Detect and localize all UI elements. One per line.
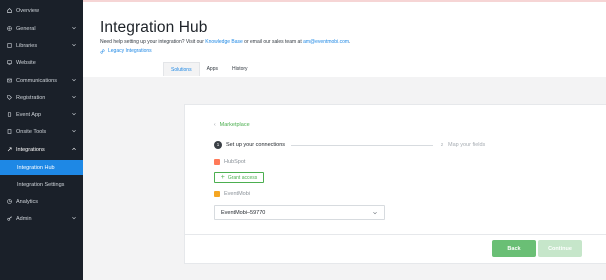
tab-history[interactable]: History xyxy=(225,62,255,76)
globe-icon xyxy=(7,26,12,31)
sidebar-item-integration-settings[interactable]: Integration Settings xyxy=(0,177,83,192)
knowledge-base-link[interactable]: Knowledge Base xyxy=(205,39,243,45)
back-button[interactable]: Back xyxy=(492,240,536,257)
legacy-integrations-label: Legacy Integrations xyxy=(108,48,152,54)
chevron-down-icon xyxy=(72,112,76,116)
help-text: Need help setting up your integration? V… xyxy=(100,39,350,45)
sidebar-item-libraries[interactable]: Libraries xyxy=(0,38,83,53)
home-icon xyxy=(7,8,12,13)
hubspot-logo-icon xyxy=(214,159,220,165)
card-footer-divider xyxy=(185,234,606,235)
tab-apps[interactable]: Apps xyxy=(200,62,225,76)
sidebar-item-overview[interactable]: Overview xyxy=(0,3,83,18)
grant-access-button[interactable]: + Grant access xyxy=(214,172,264,183)
chevron-down-icon xyxy=(72,95,76,99)
step-2-label: Map your fields xyxy=(448,142,486,148)
plus-icon: + xyxy=(220,174,225,181)
sales-email-link[interactable]: am@eventmobi.com xyxy=(303,39,349,45)
grant-access-label: Grant access xyxy=(227,174,258,181)
step-connector xyxy=(291,145,433,146)
sidebar-item-label: Libraries xyxy=(16,42,38,49)
sidebar-item-website[interactable]: Website xyxy=(0,55,83,70)
step-1-label: Set up your connections xyxy=(226,142,286,148)
marketplace-back-link[interactable]: ‹ Marketplace xyxy=(214,122,250,128)
link-icon xyxy=(7,147,12,152)
sidebar-item-communications[interactable]: Communications xyxy=(0,73,83,88)
sidebar-item-onsite-tools[interactable]: Onsite Tools xyxy=(0,124,83,139)
event-select[interactable]: EventMobi–59770 xyxy=(214,205,385,220)
sidebar-item-label: Registration xyxy=(16,94,46,101)
link-icon xyxy=(100,48,105,54)
step-2-number: 2 xyxy=(440,142,444,147)
book-icon xyxy=(7,43,12,48)
sidebar-item-label: Admin xyxy=(16,215,32,222)
sidebar-item-integration-hub[interactable]: Integration Hub xyxy=(0,160,83,175)
chevron-down-icon xyxy=(72,216,76,220)
eventmobi-logo-icon xyxy=(214,191,220,197)
chevron-down-icon xyxy=(373,211,377,215)
sidebar-item-admin[interactable]: Admin xyxy=(0,211,83,226)
sidebar-item-label: Integrations xyxy=(16,146,45,153)
sidebar-item-label: Overview xyxy=(16,7,39,14)
tab-bar: Solutions Apps History xyxy=(163,62,255,76)
help-text-middle: or email our sales team at xyxy=(242,39,304,45)
target-provider-name: EventMobi xyxy=(224,191,250,197)
help-text-prefix: Need help setting up your integration? V… xyxy=(100,39,206,45)
sidebar-item-label: Integration Settings xyxy=(17,181,65,188)
sidebar-item-event-app[interactable]: Event App xyxy=(0,107,83,122)
sidebar-item-label: Event App xyxy=(16,111,42,118)
chart-icon xyxy=(7,199,12,204)
setup-card: ‹ Marketplace 1 Set up your connections … xyxy=(184,104,606,264)
page-title: Integration Hub xyxy=(100,19,208,36)
sidebar-item-label: Communications xyxy=(16,77,57,84)
tablet-icon xyxy=(7,129,12,134)
source-provider-name: HubSpot xyxy=(224,159,246,165)
sidebar-item-general[interactable]: General xyxy=(0,21,83,36)
sidebar-item-label: Integration Hub xyxy=(17,164,55,171)
chevron-down-icon xyxy=(72,78,76,82)
target-provider: EventMobi xyxy=(214,191,250,197)
stepper: 1 Set up your connections 2 Map your fie… xyxy=(214,141,485,151)
sidebar-item-integrations[interactable]: Integrations xyxy=(0,142,83,157)
monitor-icon xyxy=(7,60,12,65)
phone-icon xyxy=(7,112,12,117)
sidebar-item-registration[interactable]: Registration xyxy=(0,90,83,105)
tab-solutions[interactable]: Solutions xyxy=(163,62,200,76)
chevron-left-icon: ‹ xyxy=(214,122,216,128)
chevron-down-icon xyxy=(72,26,76,30)
source-provider: HubSpot xyxy=(214,159,245,165)
help-text-suffix: . xyxy=(349,39,351,45)
sidebar: Overview General Libraries Website Commu… xyxy=(0,0,83,280)
chevron-up-icon xyxy=(72,147,76,151)
sidebar-item-label: General xyxy=(16,25,36,32)
sidebar-item-label: Analytics xyxy=(16,198,39,205)
chevron-down-icon xyxy=(72,43,76,47)
event-select-value: EventMobi–59770 xyxy=(221,209,266,216)
sidebar-item-analytics[interactable]: Analytics xyxy=(0,194,83,209)
sidebar-item-label: Website xyxy=(16,59,36,66)
step-1-number: 1 xyxy=(214,141,222,149)
marketplace-link-label: Marketplace xyxy=(219,122,250,128)
page-header: Integration Hub Need help setting up you… xyxy=(83,0,606,77)
continue-button[interactable]: Continue xyxy=(538,240,582,257)
tag-icon xyxy=(7,95,12,100)
legacy-integrations-link[interactable]: Legacy Integrations xyxy=(100,48,152,54)
mail-icon xyxy=(7,78,12,83)
sidebar-item-label: Onsite Tools xyxy=(16,128,47,135)
chevron-down-icon xyxy=(72,129,76,133)
key-icon xyxy=(7,216,12,221)
